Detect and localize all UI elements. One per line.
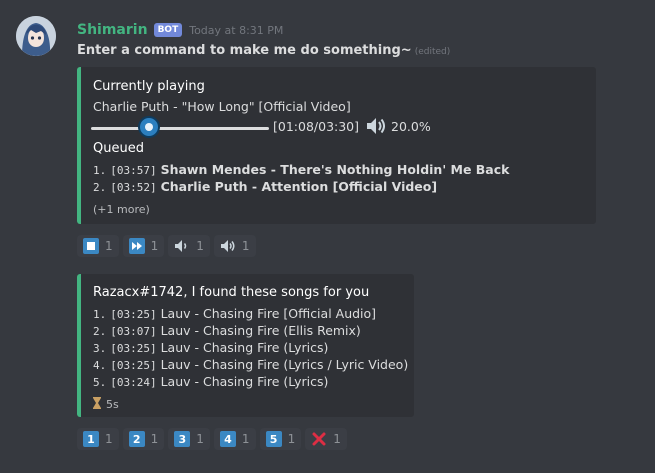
queue-item-duration: [03:52] [110, 181, 157, 194]
embed-title: Currently playing [93, 79, 205, 94]
search-reactions: 1 1 2 1 3 1 4 1 5 1 1 [77, 428, 347, 450]
result-title: Lauv - Chasing Fire (Lyrics) [160, 340, 329, 355]
progress-track [91, 127, 269, 130]
now-playing-title: Charlie Puth - "How Long" [Official Vide… [93, 99, 351, 114]
result-number: 1. [93, 308, 107, 321]
reaction-pick-1[interactable]: 1 1 [77, 428, 119, 450]
keycap-2-icon: 2 [128, 431, 145, 447]
reaction-pick-3[interactable]: 3 1 [168, 428, 210, 450]
queue-more: (+1 more) [93, 203, 150, 216]
search-result: 3. [03:25] Lauv - Chasing Fire (Lyrics) [93, 340, 328, 355]
reaction-count: 1 [105, 432, 113, 446]
timer-value: 5s [106, 398, 119, 411]
reaction-cancel[interactable]: 1 [305, 428, 347, 450]
reaction-volume-down[interactable]: 1 [168, 235, 210, 257]
result-number: 2. [93, 325, 107, 338]
reaction-count: 1 [105, 239, 113, 253]
message-text: Enter a command to make me do something~… [77, 43, 655, 58]
result-title: Lauv - Chasing Fire (Lyrics) [160, 374, 329, 389]
volume-value: 20.0% [391, 119, 431, 134]
timer: 5s [93, 397, 119, 412]
reaction-pick-2[interactable]: 2 1 [122, 428, 165, 450]
search-result: 1. [03:25] Lauv - Chasing Fire [Official… [93, 306, 376, 321]
queue-item: 2. [03:52] Charlie Puth - Attention [Off… [93, 179, 437, 194]
cross-mark-icon [311, 431, 327, 447]
message-content: Enter a command to make me do something~ [77, 43, 412, 58]
result-title: Lauv - Chasing Fire (Lyrics / Lyric Vide… [160, 357, 409, 372]
volume-up-icon [220, 238, 236, 254]
queue-item-number: 1. [93, 164, 107, 177]
result-duration: [03:25] [110, 359, 157, 372]
fast-forward-icon [128, 238, 145, 254]
result-number: 4. [93, 359, 107, 372]
keycap-4-icon: 4 [219, 431, 236, 447]
progress-knob [137, 116, 160, 138]
reaction-pick-5[interactable]: 5 1 [259, 428, 302, 450]
reaction-volume-up[interactable]: 1 [213, 235, 256, 257]
search-result: 2. [03:07] Lauv - Chasing Fire (Ellis Re… [93, 323, 361, 338]
reaction-fast-forward[interactable]: 1 [122, 235, 165, 257]
username[interactable]: Shimarin [77, 22, 148, 38]
queue-item-number: 2. [93, 181, 107, 194]
reaction-stop[interactable]: 1 [77, 235, 119, 257]
result-duration: [03:25] [110, 342, 157, 355]
result-duration: [03:07] [110, 325, 157, 338]
result-title: Lauv - Chasing Fire (Ellis Remix) [160, 323, 361, 338]
result-number: 5. [93, 376, 107, 389]
reaction-count: 1 [241, 239, 250, 253]
stop-icon [83, 238, 99, 254]
result-duration: [03:24] [110, 376, 157, 389]
search-result: 4. [03:25] Lauv - Chasing Fire (Lyrics /… [93, 357, 408, 372]
queue-title: Queued [93, 141, 144, 156]
result-number: 3. [93, 342, 107, 355]
keycap-3-icon: 3 [174, 431, 191, 447]
reaction-count: 1 [287, 432, 296, 446]
avatar-image [16, 16, 56, 56]
bot-tag: BOT [153, 23, 183, 37]
edited-label: (edited) [414, 47, 451, 57]
search-result: 5. [03:24] Lauv - Chasing Fire (Lyrics) [93, 374, 328, 389]
queue-item-duration: [03:57] [110, 164, 157, 177]
keycap-5-icon: 5 [265, 431, 282, 447]
search-embed-title: Razacx#1742, I found these songs for you [93, 285, 370, 300]
reaction-count: 1 [150, 432, 159, 446]
avatar[interactable] [16, 16, 56, 56]
keycap-1-icon: 1 [83, 431, 99, 447]
queue-item-title: Charlie Puth - Attention [Official Video… [160, 179, 438, 194]
reaction-pick-4[interactable]: 4 1 [213, 428, 256, 450]
speaker-icon [365, 116, 387, 136]
reaction-count: 1 [196, 432, 204, 446]
timestamp: Today at 8:31 PM [189, 23, 284, 37]
hourglass-icon [93, 397, 101, 412]
queue-item-title: Shawn Mendes - There's Nothing Holdin' M… [160, 162, 510, 177]
reaction-count: 1 [150, 239, 159, 253]
search-embed: Razacx#1742, I found these songs for you… [77, 274, 414, 417]
reaction-count: 1 [333, 432, 341, 446]
progress-time: [01:08/03:30] [273, 119, 360, 134]
player-embed: Currently playing Charlie Puth - "How Lo… [77, 67, 596, 224]
queue-item: 1. [03:57] Shawn Mendes - There's Nothin… [93, 162, 509, 177]
reaction-count: 1 [241, 432, 250, 446]
volume-down-icon [174, 238, 190, 254]
result-duration: [03:25] [110, 308, 157, 321]
result-title: Lauv - Chasing Fire [Official Audio] [160, 306, 377, 321]
player-reactions: 1 1 1 1 [77, 235, 256, 257]
reaction-count: 1 [196, 239, 204, 253]
